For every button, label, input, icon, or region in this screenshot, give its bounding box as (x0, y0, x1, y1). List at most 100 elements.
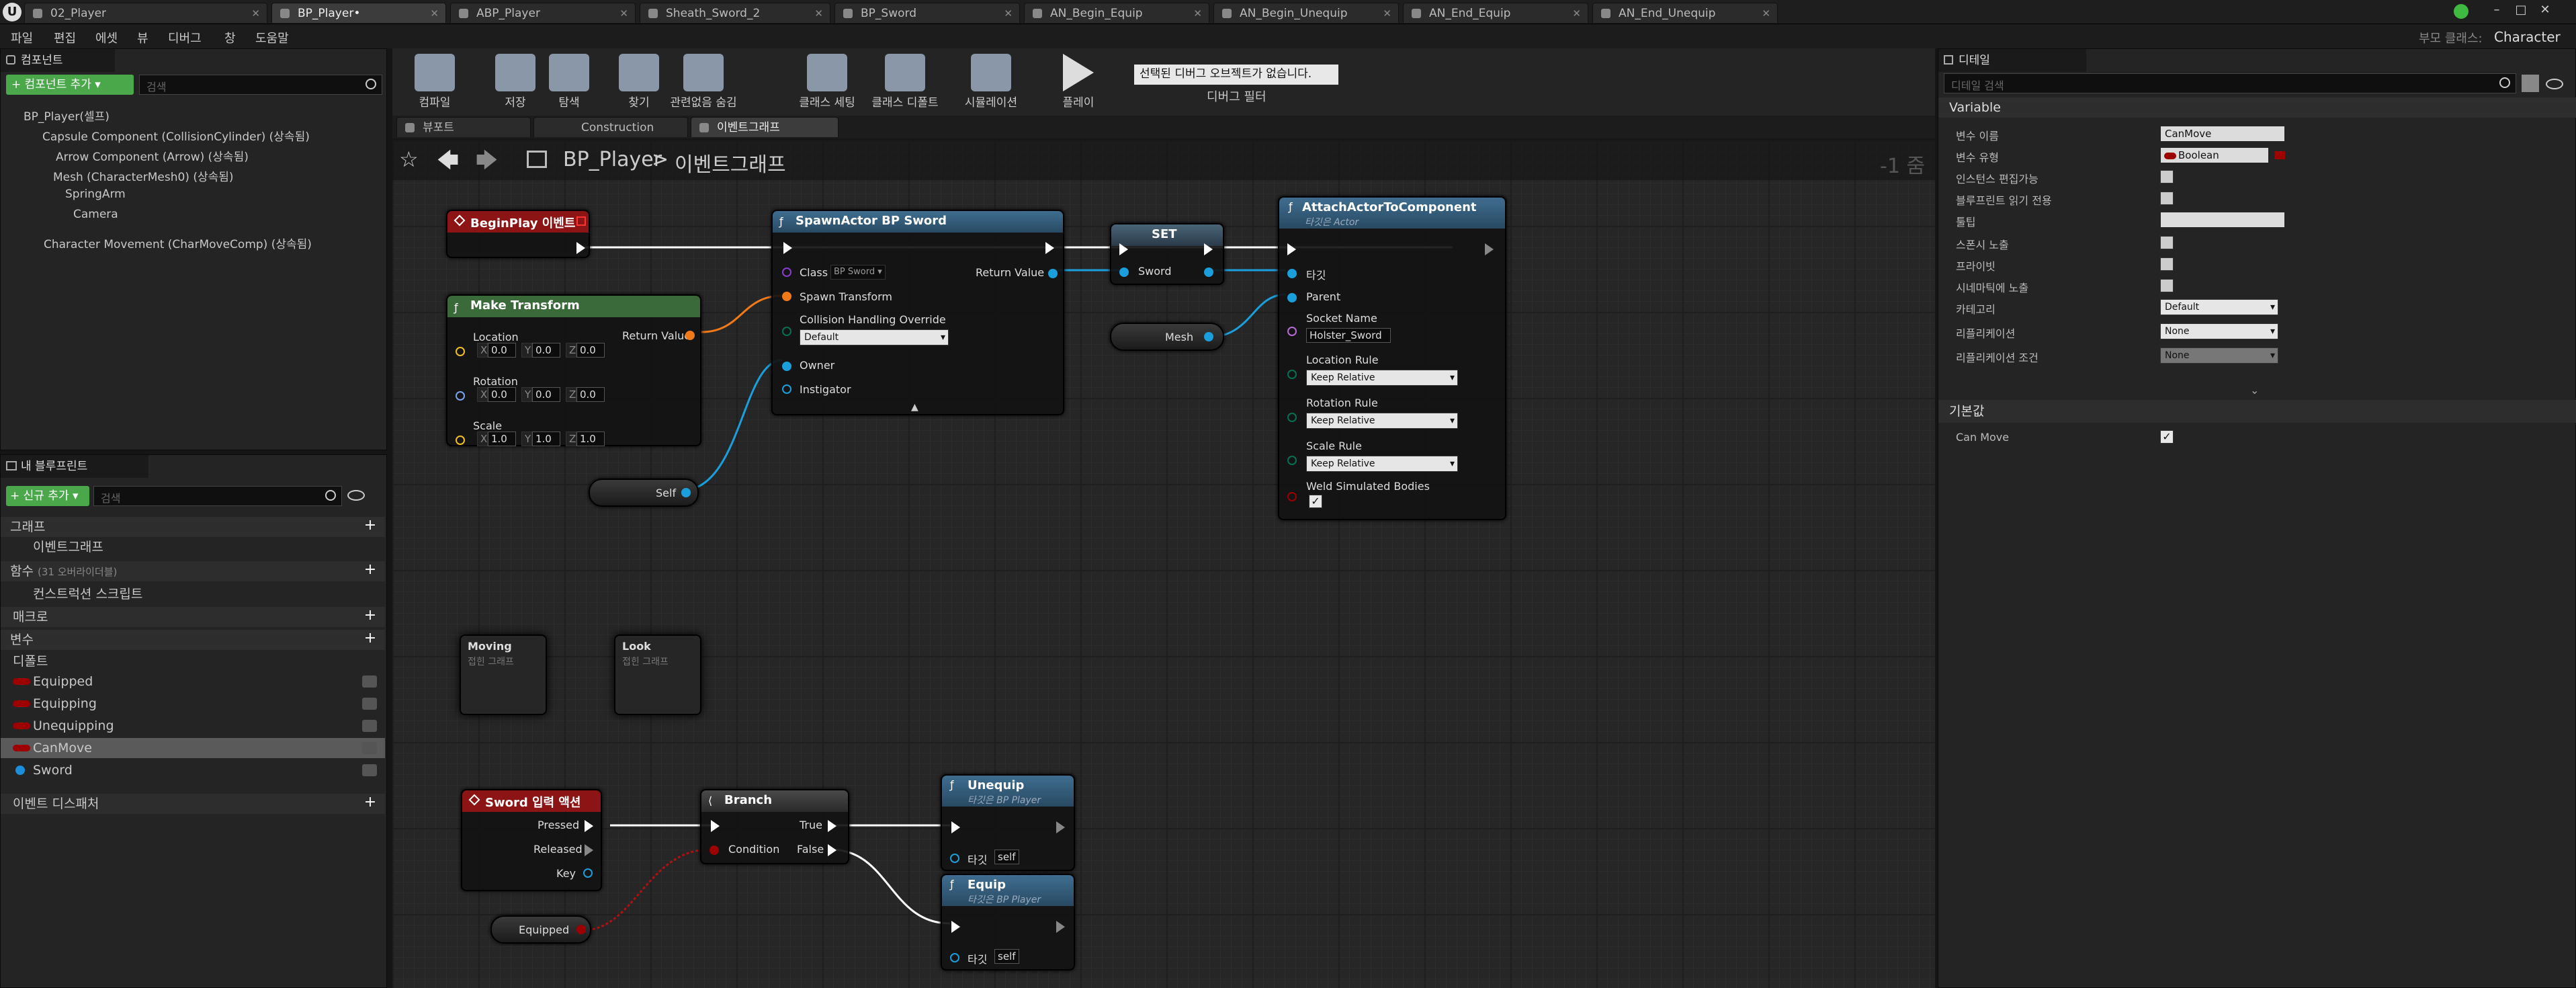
exec-out-pin[interactable] (1485, 243, 1494, 255)
document-tab[interactable]: AN_End_Equip ✕ (1403, 3, 1588, 23)
add-dispatcher-button[interactable]: + (363, 795, 377, 810)
add-variable-button[interactable]: + (363, 631, 377, 646)
property-matrix-icon[interactable] (2522, 75, 2539, 92)
visibility-eye-icon[interactable] (362, 675, 377, 688)
close-tab-icon[interactable]: ✕ (1004, 3, 1013, 24)
equipped-out-pin[interactable] (576, 925, 586, 934)
target-self-input[interactable]: self (994, 850, 1019, 864)
component-item[interactable]: Mesh (CharacterMesh0) (상속됨) (53, 167, 234, 184)
visibility-eye-icon[interactable] (362, 742, 377, 754)
can-move-checkbox[interactable]: ✓ (2160, 430, 2174, 444)
exec-out-pin[interactable] (1056, 821, 1065, 833)
scale-pin[interactable] (456, 436, 465, 445)
pressed-exec-pin[interactable] (585, 820, 593, 832)
eye-icon[interactable] (2546, 79, 2563, 89)
variable-section-header[interactable]: Variable (1938, 97, 2576, 118)
released-exec-pin[interactable] (585, 844, 593, 856)
component-item[interactable]: Capsule Component (CollisionCylinder) (상… (42, 127, 310, 144)
collision-dropdown[interactable]: Default (800, 329, 949, 345)
tab-construction-script[interactable]: Construction Script (533, 117, 688, 155)
variable-item[interactable]: Sword (1, 760, 385, 780)
toolbar-class-settings-button[interactable]: 클래스 세팅 (790, 48, 864, 116)
owner-pin[interactable] (782, 362, 791, 371)
components-search-input[interactable]: 검색 (139, 75, 382, 95)
close-tab-icon[interactable]: ✕ (1383, 3, 1391, 24)
close-tab-icon[interactable]: ✕ (251, 3, 260, 24)
exec-in-pin[interactable] (951, 921, 960, 933)
add-new-button[interactable]: + 신규 추가 ▾ (6, 486, 89, 506)
return-value-pin[interactable] (685, 331, 695, 340)
document-tab[interactable]: BP_Sword ✕ (834, 3, 1020, 23)
toolbar-compile-button[interactable]: 컴파일 (398, 48, 472, 116)
sword-in-pin[interactable] (1119, 267, 1129, 277)
rotation-rule-dropdown[interactable]: Keep Relative (1306, 413, 1458, 429)
rotation-pin[interactable] (456, 391, 465, 401)
toolbar-browse-button[interactable]: 탐색 (532, 48, 606, 116)
sword-out-pin[interactable] (1204, 267, 1213, 277)
weld-pin[interactable] (1287, 492, 1297, 501)
return-value-pin[interactable] (1048, 269, 1058, 278)
scale-rule-dropdown[interactable]: Keep Relative (1306, 456, 1458, 472)
exec-in-pin[interactable] (1287, 243, 1296, 255)
mesh-variable-node[interactable]: Mesh (1110, 323, 1224, 351)
component-item[interactable]: Arrow Component (Arrow) (상속됨) (56, 147, 249, 164)
debug-object-dropdown[interactable]: 선택된 디버그 오브젝트가 없습니다. (1134, 65, 1338, 85)
section-macros[interactable]: 매크로 + (1, 607, 385, 627)
add-macro-button[interactable]: + (363, 608, 377, 623)
event-graph-canvas[interactable]: ☆ 🡄 🡆 BP_Player > 이벤트그래프 -1 줌 BeginPlay … (392, 140, 1935, 988)
document-tab[interactable]: AN_Begin_Unequip ✕ (1213, 3, 1399, 23)
detail-checkbox[interactable] (2160, 236, 2174, 249)
false-exec-pin[interactable] (828, 844, 836, 856)
spawn-transform-pin[interactable] (782, 292, 791, 301)
socket-name-pin[interactable] (1287, 327, 1297, 336)
equip-function-node[interactable]: Equip 타깃은 BP Player ƒ 타깃 self (941, 874, 1075, 971)
close-tab-icon[interactable]: ✕ (814, 3, 823, 24)
document-tab[interactable]: AN_End_Unequip ✕ (1592, 3, 1778, 23)
tab-event-graph[interactable]: 이벤트그래프 (691, 117, 839, 137)
menu-window[interactable]: 창 (224, 29, 236, 46)
make-transform-node[interactable]: Make Transform ƒ Return Value Location R… (446, 294, 701, 446)
weld-checkbox[interactable]: ✓ (1309, 495, 1322, 508)
expand-arrow-icon[interactable]: ▲ (911, 402, 918, 413)
parent-class-value[interactable]: Character (2494, 29, 2561, 45)
source-control-icon[interactable] (2454, 4, 2468, 19)
variable-item[interactable]: CanMove (1, 738, 385, 758)
close-tab-icon[interactable]: ✕ (619, 3, 628, 24)
transform-loc-x-input[interactable]: 0.0 (488, 343, 516, 358)
exec-in-pin[interactable] (951, 821, 960, 833)
transform-loc-y-input[interactable]: 0.0 (532, 343, 560, 358)
self-reference-node[interactable]: Self (589, 479, 699, 507)
add-component-button[interactable]: + 컴포넌트 추가 ▾ (6, 75, 134, 95)
detail-dropdown[interactable]: None (2160, 347, 2278, 364)
variable-category[interactable]: 디폴트 (1, 651, 385, 671)
location-rule-dropdown[interactable]: Keep Relative (1306, 370, 1458, 386)
target-pin[interactable] (950, 854, 959, 863)
equipped-variable-node[interactable]: Equipped (490, 915, 591, 944)
true-exec-pin[interactable] (828, 820, 836, 832)
class-pin[interactable] (782, 267, 791, 277)
close-tab-icon[interactable]: ✕ (1762, 3, 1770, 24)
document-tab[interactable]: 02_Player ✕ (24, 3, 267, 23)
condition-pin[interactable] (710, 846, 719, 855)
component-root[interactable]: BP_Player(셀프) (24, 107, 110, 124)
toolbar-class-defaults-button[interactable]: 클래스 디폴트 (868, 48, 942, 116)
transform-scl-y-input[interactable]: 1.0 (532, 431, 560, 446)
transform-rot-x-input[interactable]: 0.0 (488, 387, 516, 402)
transform-scl-z-input[interactable]: 1.0 (576, 431, 605, 446)
exec-out-pin[interactable] (1056, 921, 1065, 933)
detail-dropdown[interactable]: None (2160, 323, 2278, 339)
transform-rot-z-input[interactable]: 0.0 (576, 387, 605, 402)
document-tab[interactable]: Sheath_Sword_2 ✕ (640, 3, 830, 23)
transform-rot-y-input[interactable]: 0.0 (532, 387, 560, 402)
moving-collapsed-graph[interactable]: Moving 접힌 그래프 (460, 634, 547, 715)
socket-name-input[interactable]: Holster_Sword (1306, 328, 1391, 343)
item-construction-script[interactable]: 컨스트럭션 스크립트 (1, 584, 385, 604)
mesh-out-pin[interactable] (1204, 332, 1213, 341)
delegate-pin-icon[interactable] (576, 216, 586, 226)
self-out-pin[interactable] (681, 488, 691, 497)
item-event-graph[interactable]: 이벤트그래프 (1, 537, 385, 557)
tab-viewport[interactable]: 뷰포트 (396, 117, 531, 137)
default-value-section-header[interactable]: 기본값 (1938, 400, 2576, 423)
variable-item[interactable]: Unequipping (1, 716, 385, 736)
document-tab[interactable]: ABP_Player ✕ (450, 3, 636, 23)
